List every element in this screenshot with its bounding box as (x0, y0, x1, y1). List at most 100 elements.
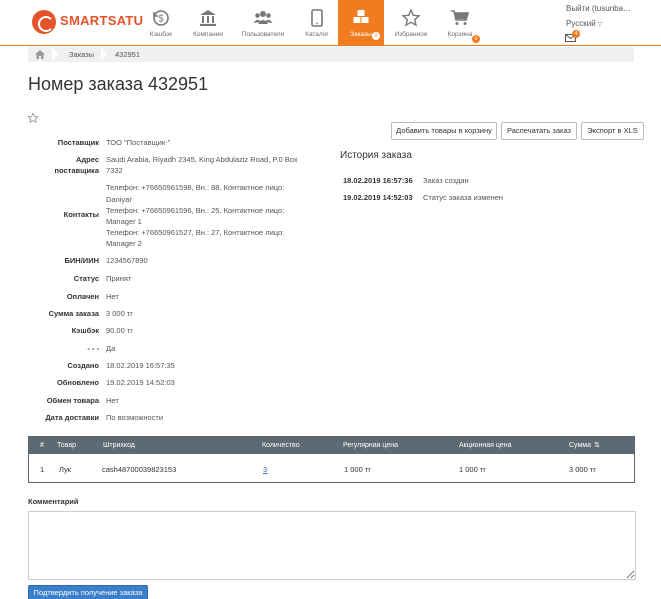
header-product[interactable]: Товар (57, 437, 76, 454)
export-xls-button[interactable]: Экспорт в XLS (581, 122, 644, 140)
created-value: 18.02.2019 16:57:35 (106, 361, 175, 370)
cell-product: Лук (59, 465, 72, 474)
brand-name[interactable]: SMARTSATU (60, 13, 143, 28)
breadcrumb-current: 432951 (115, 50, 141, 59)
bank-icon (200, 10, 216, 26)
history-text: Заказ создан (423, 176, 469, 185)
nav-item-label: Избранное (394, 31, 428, 38)
comment-textarea[interactable] (28, 511, 636, 580)
bin-label: БИН/ИИН (64, 256, 99, 265)
top-navbar: SMARTSATU $ Кэшбэк Компании Пользователи… (0, 0, 661, 46)
star-icon (401, 8, 421, 27)
order-sum-value: 3 000 тг (106, 309, 134, 318)
updated-label: Обновлено (56, 378, 99, 387)
history-date: 19.02.2019 14:52:03 (343, 193, 413, 202)
status-value: Принят (106, 274, 132, 283)
address-line2: 7332 (106, 166, 123, 175)
contact-line: Телефон: +76650961598, Вн.: 88, Контактн… (106, 183, 285, 192)
header-sum[interactable]: Сумма (569, 437, 591, 454)
confirm-receipt-button[interactable]: Подтвердить получение заказа (28, 585, 148, 599)
history-text: Статус заказа изменен (423, 193, 504, 202)
dash-value: Да (106, 344, 116, 353)
order-sum-label: Сумма заказа (48, 309, 99, 318)
logout-link[interactable]: Выйти (tusunba… (566, 4, 631, 13)
contact-line: Телефон: +76650961596, Вн.: 25, Контактн… (106, 206, 285, 215)
cashback-label: Кэшбэк (71, 326, 99, 335)
contact-line: Manager 1 (106, 217, 142, 226)
user-area: Выйти (tusunba… Русский ▽ (566, 4, 631, 28)
contacts-label: Контакты (63, 210, 99, 219)
header-regular-price[interactable]: Регулярная цена (343, 437, 398, 454)
contact-line: Daniyar (106, 195, 132, 204)
nav-item-favorites[interactable]: Избранное (392, 0, 430, 46)
breadcrumb-separator (52, 47, 58, 61)
order-items-table: # Товар Штрихкод Количество Регулярная ц… (28, 436, 635, 483)
cashback-value: 90.00 тг (106, 326, 134, 335)
header-promo-price[interactable]: Акционная цена (459, 437, 512, 454)
contact-line: Телефон: +76650961527, Вн.: 27, Контактн… (106, 228, 285, 237)
exchange-value: Нет (106, 396, 119, 405)
updated-value: 19.02.2019 14:52:03 (106, 378, 175, 387)
supplier-value: ТОО "Поставщик-" (106, 138, 171, 147)
boxes-icon (353, 10, 369, 23)
status-label: Статус (73, 274, 99, 283)
favorite-star-icon[interactable] (27, 112, 39, 124)
nav-item-cart[interactable]: Корзина 0 (442, 0, 480, 46)
chevron-down-icon: ▽ (597, 22, 603, 28)
language-value: Русский (566, 19, 596, 28)
header-barcode[interactable]: Штрихкод (103, 437, 135, 454)
sort-icon[interactable]: ⇅ (594, 437, 600, 454)
breadcrumb-orders[interactable]: Заказы (69, 47, 94, 62)
comment-label: Комментарий (28, 497, 79, 506)
breadcrumb-separator (101, 47, 107, 61)
paid-label: Оплачен (66, 292, 99, 301)
home-icon[interactable] (35, 50, 45, 59)
nav-item-label: Пользователи (241, 31, 285, 38)
delivery-label: Дата доставки (45, 413, 99, 422)
users-icon (253, 11, 273, 24)
add-to-cart-button[interactable]: Добавить товары в корзину (391, 122, 497, 140)
history-title: История заказа (340, 150, 412, 161)
tablet-icon (311, 9, 323, 27)
cell-regular-price: 1 000 тг (344, 465, 372, 474)
nav-item-cashback[interactable]: $ Кэшбэк (146, 0, 176, 46)
bin-value: 1234567890 (106, 256, 148, 265)
cell-promo-price: 1 000 тг (459, 465, 487, 474)
contact-line: Manager 2 (106, 239, 142, 248)
cell-sum: 3 000 тг (569, 465, 597, 474)
paid-value: Нет (106, 292, 119, 301)
header-num: # (40, 442, 44, 449)
orders-badge: 0 (372, 32, 380, 40)
nav-item-label: Каталог (305, 31, 329, 38)
dash-label: - - - (87, 344, 99, 353)
mail-badge: 4 (572, 30, 580, 38)
header-quantity[interactable]: Количество (262, 437, 300, 454)
cart-badge: 0 (472, 35, 480, 43)
nav-item-label: Кэшбэк (149, 31, 173, 38)
breadcrumb: Заказы 432951 (28, 47, 634, 62)
history-date: 18.02.2019 16:57:36 (343, 176, 413, 185)
delivery-value: По возможности (106, 413, 164, 422)
address-line1: Saudi Arabia, Riyadh 2345, King Abdulazi… (106, 155, 298, 164)
nav-item-users[interactable]: Пользователи (240, 0, 286, 46)
quantity-link[interactable]: 3 (263, 465, 267, 474)
page-title: Номер заказа 432951 (28, 74, 209, 94)
language-select[interactable]: Русский ▽ (566, 19, 631, 28)
nav-item-companies[interactable]: Компании (188, 0, 228, 46)
exchange-label: Обмен товара (46, 396, 99, 405)
cart-icon (451, 10, 470, 25)
cell-barcode: cash48700039823153 (102, 465, 177, 474)
table-header: # Товар Штрихкод Количество Регулярная ц… (29, 437, 634, 454)
nav-item-label: Компании (193, 31, 223, 38)
cell-num: 1 (40, 465, 45, 474)
address-label-line1: Адрес (75, 155, 99, 164)
address-label-line2: поставщика (54, 166, 99, 175)
cashback-icon: $ (153, 10, 169, 26)
created-label: Создано (67, 361, 99, 370)
supplier-label: Поставщик (57, 138, 99, 147)
nav-item-orders[interactable]: Заказы 0 (338, 0, 384, 46)
svg-text:$: $ (158, 14, 164, 25)
nav-item-catalog[interactable]: Каталог (300, 0, 334, 46)
print-order-button[interactable]: Распечатать заказ (501, 122, 577, 140)
logo-icon[interactable] (32, 10, 56, 34)
